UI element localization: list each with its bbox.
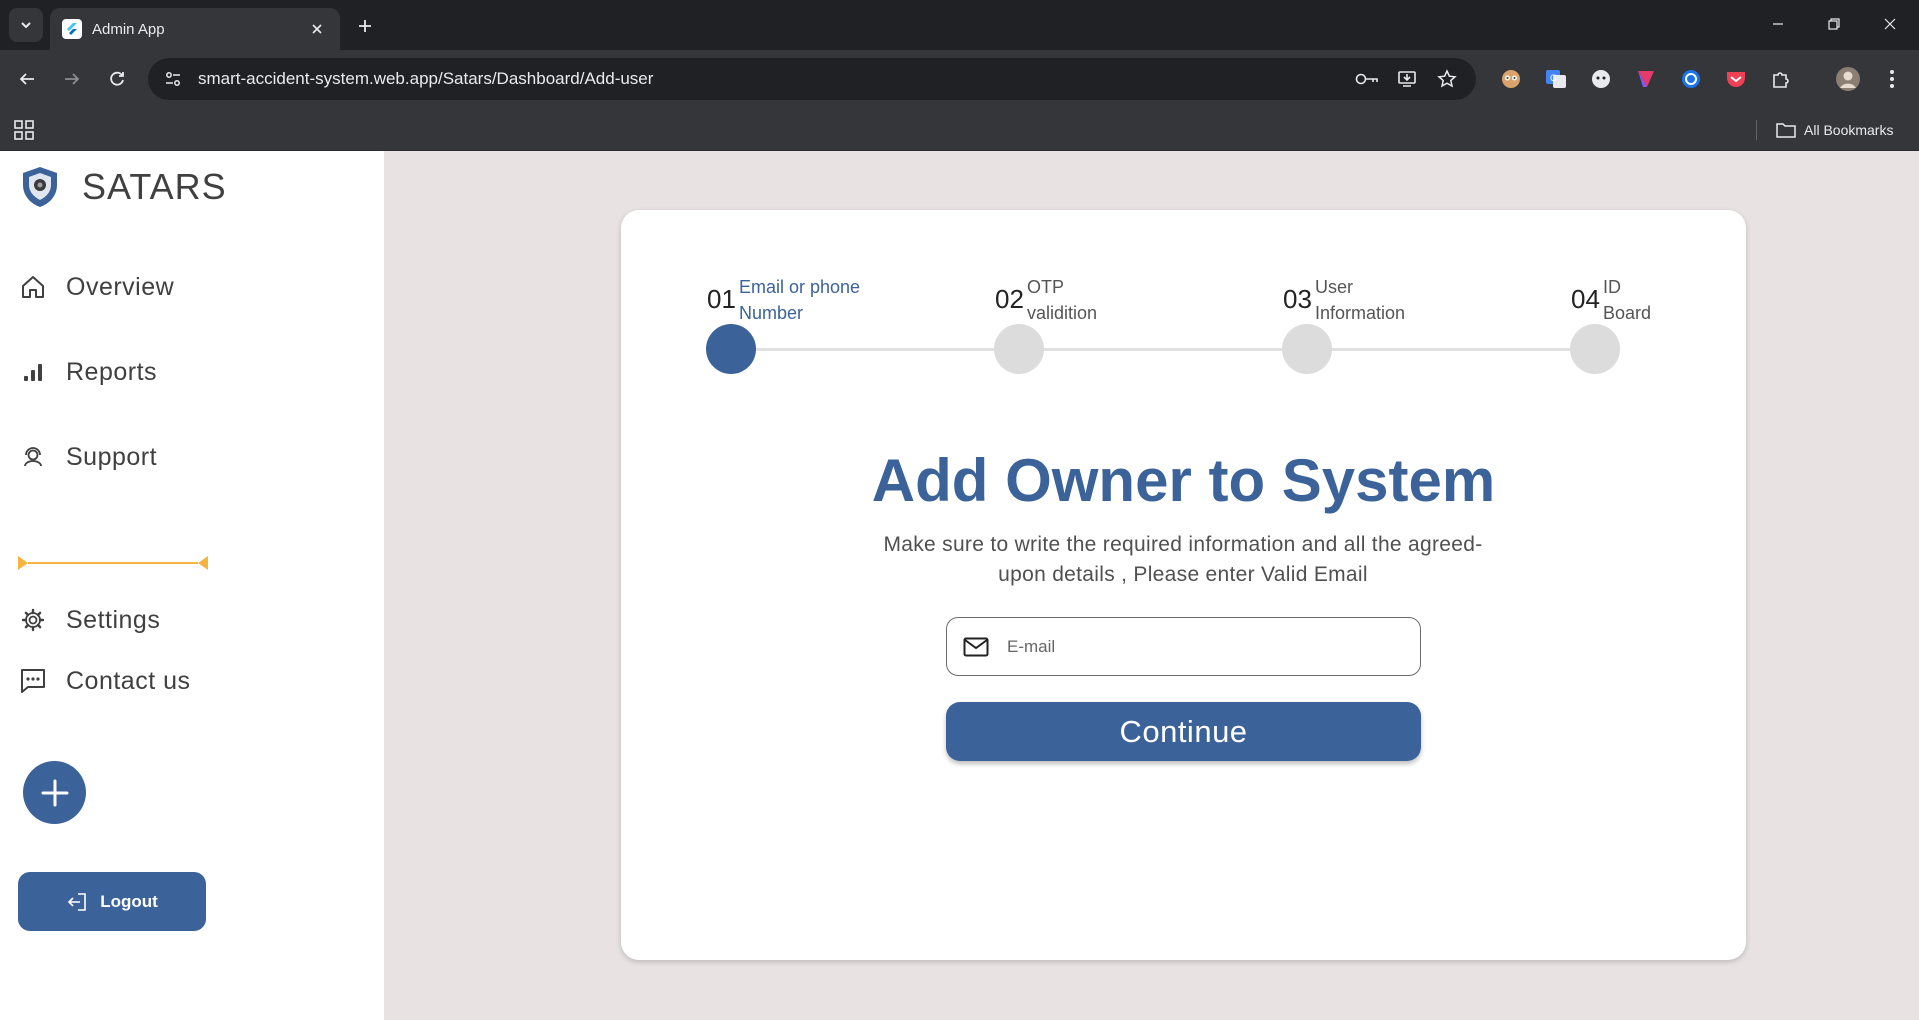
step-label: ID Board [1603,277,1652,323]
address-bar[interactable]: smart-accident-system.web.app/Satars/Das… [148,58,1476,100]
nav-item-reports[interactable]: Reports [18,352,157,392]
sidebar-divider [18,556,208,570]
shield-logo-icon [23,167,57,207]
step-label: OTP validition [1027,277,1098,323]
email-input[interactable] [1007,636,1404,657]
extension-cookie-icon[interactable] [1497,65,1525,93]
home-icon [18,272,48,302]
extension-pocket-icon[interactable] [1722,65,1750,93]
support-agent-icon [18,442,48,472]
arrow-right-icon [65,73,80,85]
svg-text:G: G [1550,73,1557,83]
step-number: 02 [995,284,1024,314]
nav-item-overview[interactable]: Overview [18,267,174,307]
new-tab-button[interactable] [350,11,380,41]
step-label: User Information [1315,277,1406,323]
site-info-icon[interactable] [162,68,184,90]
browser-tab[interactable]: Admin App [50,8,340,50]
step-indicator-3 [1282,324,1332,374]
apps-grid-icon[interactable] [12,118,36,142]
all-bookmarks-label: All Bookmarks [1804,122,1894,138]
step-label: Email or phone Number [739,277,861,323]
minimize-button[interactable] [1750,6,1806,42]
step-number: 01 [707,284,736,314]
extension-face-icon[interactable] [1587,65,1615,93]
restore-icon [1828,18,1840,30]
nav-item-support[interactable]: Support [18,437,157,477]
password-key-icon[interactable] [1352,64,1382,94]
more-menu-icon[interactable] [1878,65,1906,93]
logout-button[interactable]: Logout [18,872,206,931]
bookmark-star-icon[interactable] [1432,64,1462,94]
install-app-icon[interactable] [1392,64,1422,94]
nav-label-overview: Overview [66,272,175,301]
browser-toolbar: smart-accident-system.web.app/Satars/Das… [0,50,1919,108]
forward-button[interactable] [55,62,89,96]
continue-button[interactable]: Continue [946,702,1421,761]
bookmarks-separator [1756,120,1757,140]
step-number: 03 [1283,284,1312,314]
restore-button[interactable] [1806,6,1862,42]
step-indicator-2 [994,324,1044,374]
folder-icon [1776,123,1796,138]
continue-label: Continue [1119,713,1248,749]
logout-label: Logout [100,891,158,911]
plus-icon [41,779,68,806]
close-window-button[interactable] [1862,6,1918,42]
close-icon [1884,18,1896,30]
brand[interactable]: SATARS [20,165,227,209]
nav-label-contact: Contact us [66,666,191,695]
page-subtitle: Make sure to write the required informat… [883,533,1483,586]
url-text: smart-accident-system.web.app/Satars/Das… [198,69,654,88]
add-owner-card: 01 Email or phone Number 02 OTP validiti… [621,210,1746,960]
step-indicator-4 [1570,324,1620,374]
close-tab-icon[interactable] [306,18,328,40]
nav-label-settings: Settings [66,605,161,634]
sidebar: SATARS Overview Reports Support Settings [0,151,384,1020]
bookmarks-bar: All Bookmarks [0,108,1919,151]
page-title: Add Owner to System [871,447,1496,514]
brand-name: SATARS [82,166,227,207]
plus-icon [359,20,371,32]
gear-icon [18,605,48,635]
extension-translate-icon[interactable]: G [1542,65,1570,93]
extension-circle-icon[interactable] [1677,65,1705,93]
extension-flag-icon[interactable] [1632,65,1660,93]
flutter-icon [62,19,82,39]
arrow-left-icon [19,73,34,85]
reload-icon [110,71,124,86]
nav-item-contact[interactable]: Contact us [18,661,191,701]
tab-search-button[interactable] [9,8,43,42]
all-bookmarks-button[interactable]: All Bookmarks [1776,118,1893,142]
back-button[interactable] [10,62,44,96]
nav-label-reports: Reports [66,357,158,386]
step-number: 04 [1571,284,1600,314]
email-field[interactable] [946,617,1421,676]
profile-avatar[interactable] [1834,65,1862,93]
chat-icon [18,666,48,696]
browser-tab-strip: Admin App [0,0,1919,50]
chevron-down-icon [21,22,31,29]
nav-item-settings[interactable]: Settings [18,600,160,640]
nav-label-support: Support [66,442,158,471]
reload-button[interactable] [100,62,134,96]
logout-icon [68,892,87,911]
step-indicator-1 [706,324,756,374]
extensions-puzzle-icon[interactable] [1767,65,1795,93]
mail-icon [963,637,989,656]
minimize-icon [1773,23,1783,25]
bar-chart-icon [18,357,48,387]
add-user-button[interactable] [23,761,86,824]
stepper-track [731,348,1597,351]
tab-title: Admin App [92,20,165,38]
